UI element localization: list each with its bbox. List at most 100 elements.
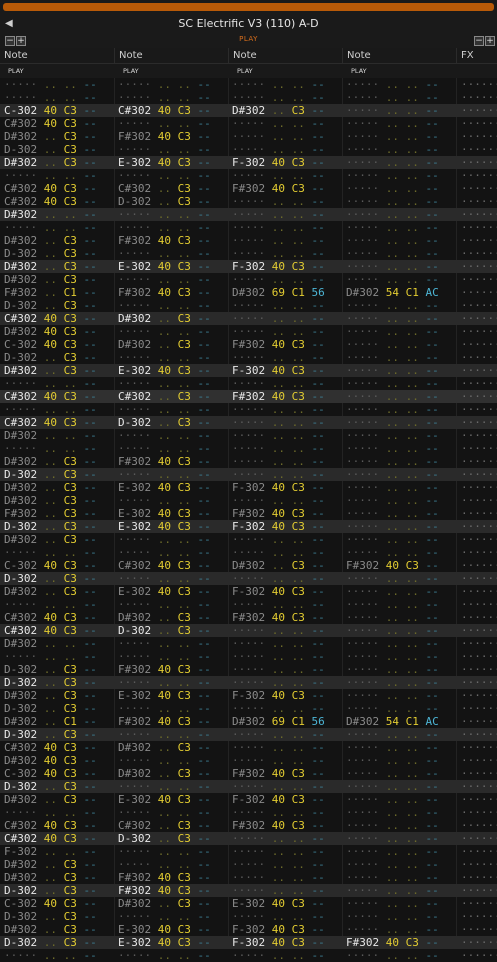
pattern-row[interactable]: C#302 40 C3 -- C#302 .. C3 -- F#302 40 C3 … [0,819,497,832]
note-cell[interactable]: D-302 .. C3 -- [4,884,97,897]
note-cell[interactable]: ····· .. .. -- [232,663,325,676]
note-cell[interactable]: F-302 .. .. -- [4,845,97,858]
pattern-row[interactable]: D#302 40 C3 -- ····· .. .. -- ····· .. .. … [0,325,497,338]
pattern-grid[interactable]: ····· .. .. -- ····· .. .. -- ····· .. .. … [0,78,497,962]
note-cell[interactable]: C#302 40 C3 -- [4,611,97,624]
note-cell[interactable]: ····· .. .. -- [118,546,211,559]
note-cell[interactable]: D#302 .. C3 -- [4,585,97,598]
note-cell[interactable]: C-302 40 C3 -- [4,338,97,351]
fx-cell[interactable]: ········ [461,494,497,507]
note-cell[interactable]: ····· .. .. -- [346,728,439,741]
note-cell[interactable]: ····· .. .. -- [346,416,439,429]
note-cell[interactable]: ····· .. .. -- [346,117,439,130]
note-cell[interactable]: ····· .. .. -- [118,377,211,390]
note-cell[interactable]: ····· .. .. -- [232,117,325,130]
note-cell[interactable]: E-302 40 C3 -- [118,793,211,806]
note-cell[interactable]: ····· .. .. -- [232,871,325,884]
fx-cell[interactable]: ········ [461,130,497,143]
note-cell[interactable]: ····· .. .. -- [118,806,211,819]
fx-cell[interactable]: ········ [461,650,497,663]
note-cell[interactable]: ····· .. .. -- [346,325,439,338]
pattern-row[interactable]: C#302 40 C3 -- D-302 .. C3 -- ····· .. .. … [0,624,497,637]
fx-cell[interactable]: ········ [461,156,497,169]
fx-cell[interactable]: ········ [461,793,497,806]
note-cell[interactable]: ····· .. .. -- [346,299,439,312]
fx-cell[interactable]: ········ [461,117,497,130]
note-cell[interactable]: ····· .. .. -- [118,949,211,962]
note-cell[interactable]: ····· .. .. -- [346,247,439,260]
note-cell[interactable]: ····· .. .. -- [346,663,439,676]
fx-cell[interactable]: ········ [461,468,497,481]
pattern-row[interactable]: D#302 .. C3 -- E-302 40 C3 -- F-302 40 C3 … [0,156,497,169]
note-cell[interactable]: ····· .. .. -- [346,611,439,624]
note-cell[interactable]: D-302 .. C3 -- [4,468,97,481]
pattern-row[interactable]: D#302 .. C1 -- F#302 40 C3 -- D#302 69 C1 … [0,715,497,728]
note-cell[interactable]: ····· .. .. -- [118,403,211,416]
fx-cell[interactable]: ········ [461,533,497,546]
note-cell[interactable]: C#302 40 C3 -- [4,390,97,403]
note-cell[interactable]: C#302 .. C3 -- [118,819,211,832]
fx-cell[interactable]: ········ [461,221,497,234]
note-cell[interactable]: C-302 40 C3 -- [4,104,97,117]
note-cell[interactable]: ····· .. .. -- [346,221,439,234]
note-cell[interactable]: E-302 40 C3 -- [118,585,211,598]
note-cell[interactable]: ····· .. .. -- [118,858,211,871]
note-cell[interactable]: ····· .. .. -- [346,507,439,520]
pattern-row[interactable]: F#302 .. C3 -- E-302 40 C3 -- F#302 40 C3 … [0,507,497,520]
note-cell[interactable]: ····· .. .. -- [346,312,439,325]
fx-cell[interactable]: ········ [461,637,497,650]
note-cell[interactable]: F#302 40 C3 -- [118,663,211,676]
pattern-row[interactable]: D-302 .. C3 -- ····· .. .. -- ····· .. .. … [0,780,497,793]
note-cell[interactable]: F#302 40 C3 -- [118,286,211,299]
fx-cell[interactable]: ········ [461,702,497,715]
fx-cell[interactable]: ········ [461,351,497,364]
note-cell[interactable]: ····· .. .. -- [346,455,439,468]
pattern-row[interactable]: C-302 40 C3 -- D#302 .. C3 -- E-302 40 C3 … [0,897,497,910]
note-cell[interactable]: D-302 .. C3 -- [4,247,97,260]
note-cell[interactable]: ····· .. .. -- [118,650,211,663]
note-cell[interactable]: D#302 .. C1 -- [4,715,97,728]
note-cell[interactable]: F#302 40 C3 -- [232,338,325,351]
pattern-row[interactable]: D#302 .. C3 -- E-302 40 C3 -- F-302 40 C3 … [0,481,497,494]
note-cell[interactable]: ····· .. .. -- [232,676,325,689]
pattern-row[interactable]: C-302 40 C3 -- C#302 40 C3 -- D#302 .. C3 … [0,104,497,117]
note-cell[interactable]: D-302 .. C3 -- [118,624,211,637]
note-cell[interactable]: D#302 .. C3 -- [118,767,211,780]
column-play-toggle-2[interactable]: PLAY [115,64,139,78]
note-cell[interactable]: ····· .. .. -- [232,403,325,416]
column-play-toggle-1[interactable]: PLAY [0,64,24,78]
note-cell[interactable]: ····· .. .. -- [346,598,439,611]
column-header-note-4[interactable]: Note [343,48,457,64]
fx-cell[interactable]: ········ [461,572,497,585]
pattern-row[interactable]: D-302 .. C3 -- ····· .. .. -- ····· .. .. … [0,728,497,741]
note-cell[interactable]: ····· .. .. -- [346,650,439,663]
pattern-row[interactable]: ····· .. .. -- ····· .. .. -- ····· .. .. … [0,806,497,819]
pattern-row[interactable]: ····· .. .. -- ····· .. .. -- ····· .. .. … [0,377,497,390]
pattern-row[interactable]: ····· .. .. -- ····· .. .. -- ····· .. .. … [0,169,497,182]
fx-cell[interactable]: ········ [461,585,497,598]
note-cell[interactable]: F-302 40 C3 -- [232,585,325,598]
fx-cell[interactable]: ········ [461,754,497,767]
note-cell[interactable]: F#302 40 C3 -- [118,234,211,247]
note-cell[interactable]: ····· .. .. -- [346,871,439,884]
fx-cell[interactable]: ········ [461,845,497,858]
note-cell[interactable]: ····· .. .. -- [118,702,211,715]
fx-cell[interactable]: ········ [461,819,497,832]
note-cell[interactable]: ····· .. .. -- [118,754,211,767]
note-cell[interactable]: ····· .. .. -- [346,819,439,832]
note-cell[interactable]: D#302 .. C3 -- [232,104,325,117]
pattern-row[interactable]: D#302 40 C3 -- ····· .. .. -- ····· .. .. … [0,754,497,767]
note-cell[interactable]: ····· .. .. -- [346,403,439,416]
fx-cell[interactable]: ········ [461,897,497,910]
pattern-row[interactable]: D-302 .. C3 -- ····· .. .. -- ····· .. .. … [0,702,497,715]
note-cell[interactable]: D#302 69 C1 56 [232,715,325,728]
note-cell[interactable]: D-302 .. C3 -- [4,520,97,533]
fx-cell[interactable]: ········ [461,338,497,351]
note-cell[interactable]: C#302 40 C3 -- [4,416,97,429]
note-cell[interactable]: ····· .. .. -- [346,923,439,936]
note-cell[interactable]: ····· .. .. -- [346,481,439,494]
pattern-row[interactable]: D-302 .. C3 -- ····· .. .. -- ····· .. .. … [0,910,497,923]
fx-cell[interactable]: ········ [461,559,497,572]
note-cell[interactable]: ····· .. .. -- [346,169,439,182]
note-cell[interactable]: ····· .. .. -- [118,442,211,455]
